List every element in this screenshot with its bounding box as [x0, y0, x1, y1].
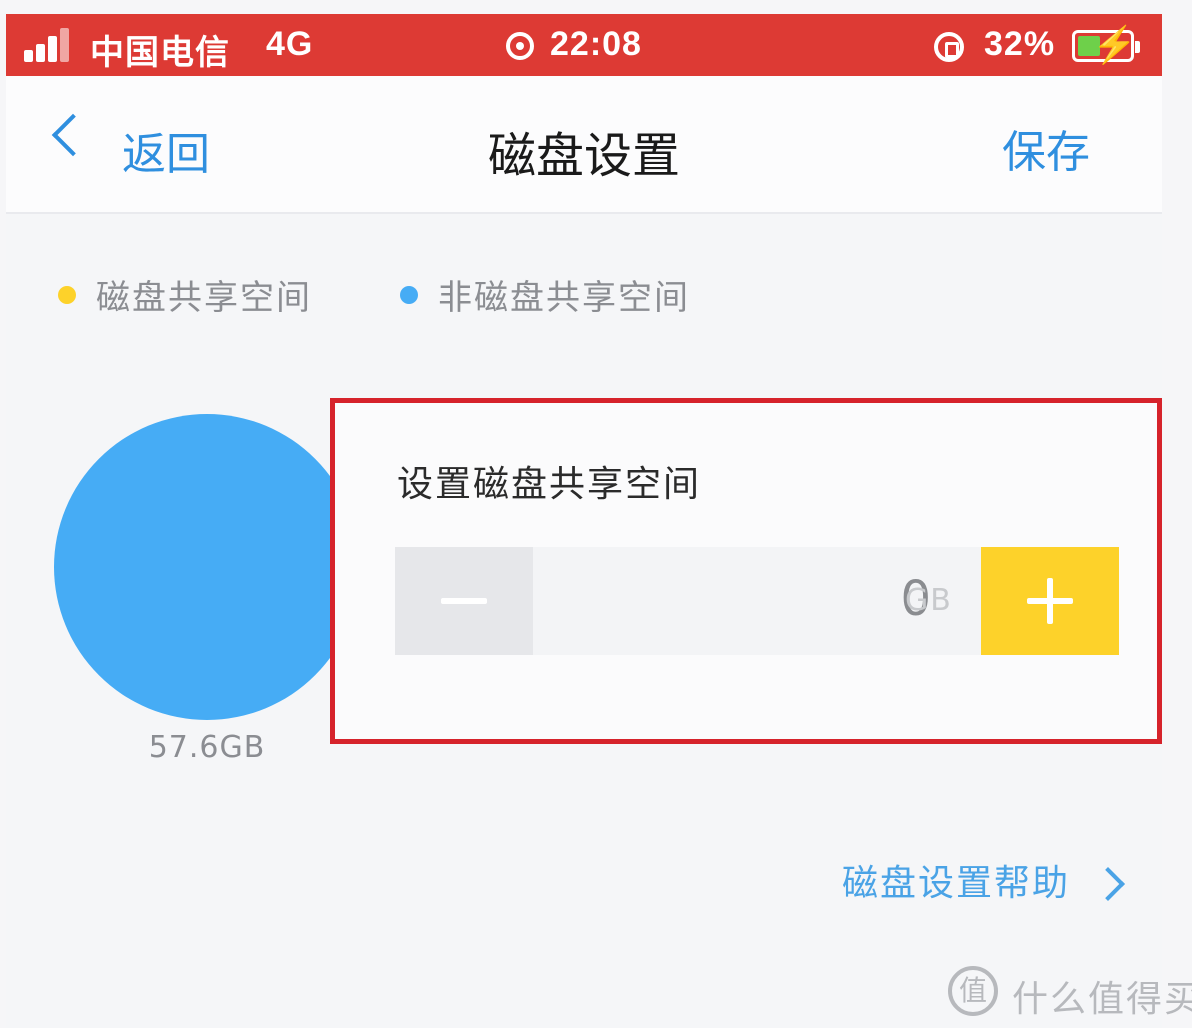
battery-percentage: 32%	[984, 25, 1056, 63]
disk-usage-pie	[54, 414, 360, 720]
share-space-setting-panel: 设置磁盘共享空间 0 GB	[330, 398, 1162, 744]
help-label: 磁盘设置帮助	[842, 863, 1071, 904]
disk-total-size: 57.6GB	[148, 730, 266, 765]
decrease-button[interactable]	[395, 547, 533, 655]
charging-bolt-icon: ⚡	[1092, 24, 1138, 65]
signal-strength-icon	[24, 28, 74, 62]
yellow-dot-icon	[58, 286, 76, 304]
carrier-name: 中国电信	[90, 34, 230, 72]
rotation-lock-icon	[934, 32, 964, 62]
page-title: 磁盘设置	[487, 128, 680, 184]
watermark-badge-icon: 值	[948, 966, 998, 1016]
watermark-text: 什么值得买	[1012, 979, 1192, 1020]
legend-label: 磁盘共享空间	[96, 278, 312, 318]
share-space-unit: GB	[905, 583, 953, 618]
share-space-stepper: 0 GB	[395, 547, 1119, 655]
setting-title: 设置磁盘共享空间	[397, 464, 702, 505]
status-time: 22:08	[550, 25, 642, 63]
app-screen: 中国电信 4G 22:08 32% ⚡ 返回 磁盘设置 保存 磁盘共享空间 非磁…	[6, 14, 1192, 1028]
increase-button[interactable]	[981, 547, 1119, 655]
alarm-icon	[506, 32, 534, 60]
save-button[interactable]: 保存	[1002, 116, 1090, 180]
disk-settings-help-link[interactable]: 磁盘设置帮助	[842, 850, 1132, 910]
navigation-bar: 返回 磁盘设置 保存	[6, 76, 1162, 214]
blue-dot-icon	[400, 286, 418, 304]
watermark-logo: 值 什么值得买	[948, 964, 1192, 1024]
status-bar: 中国电信 4G 22:08 32% ⚡	[6, 14, 1162, 76]
legend-label: 非磁盘共享空间	[438, 278, 690, 318]
chevron-right-icon	[1091, 867, 1125, 901]
network-type: 4G	[266, 25, 314, 63]
